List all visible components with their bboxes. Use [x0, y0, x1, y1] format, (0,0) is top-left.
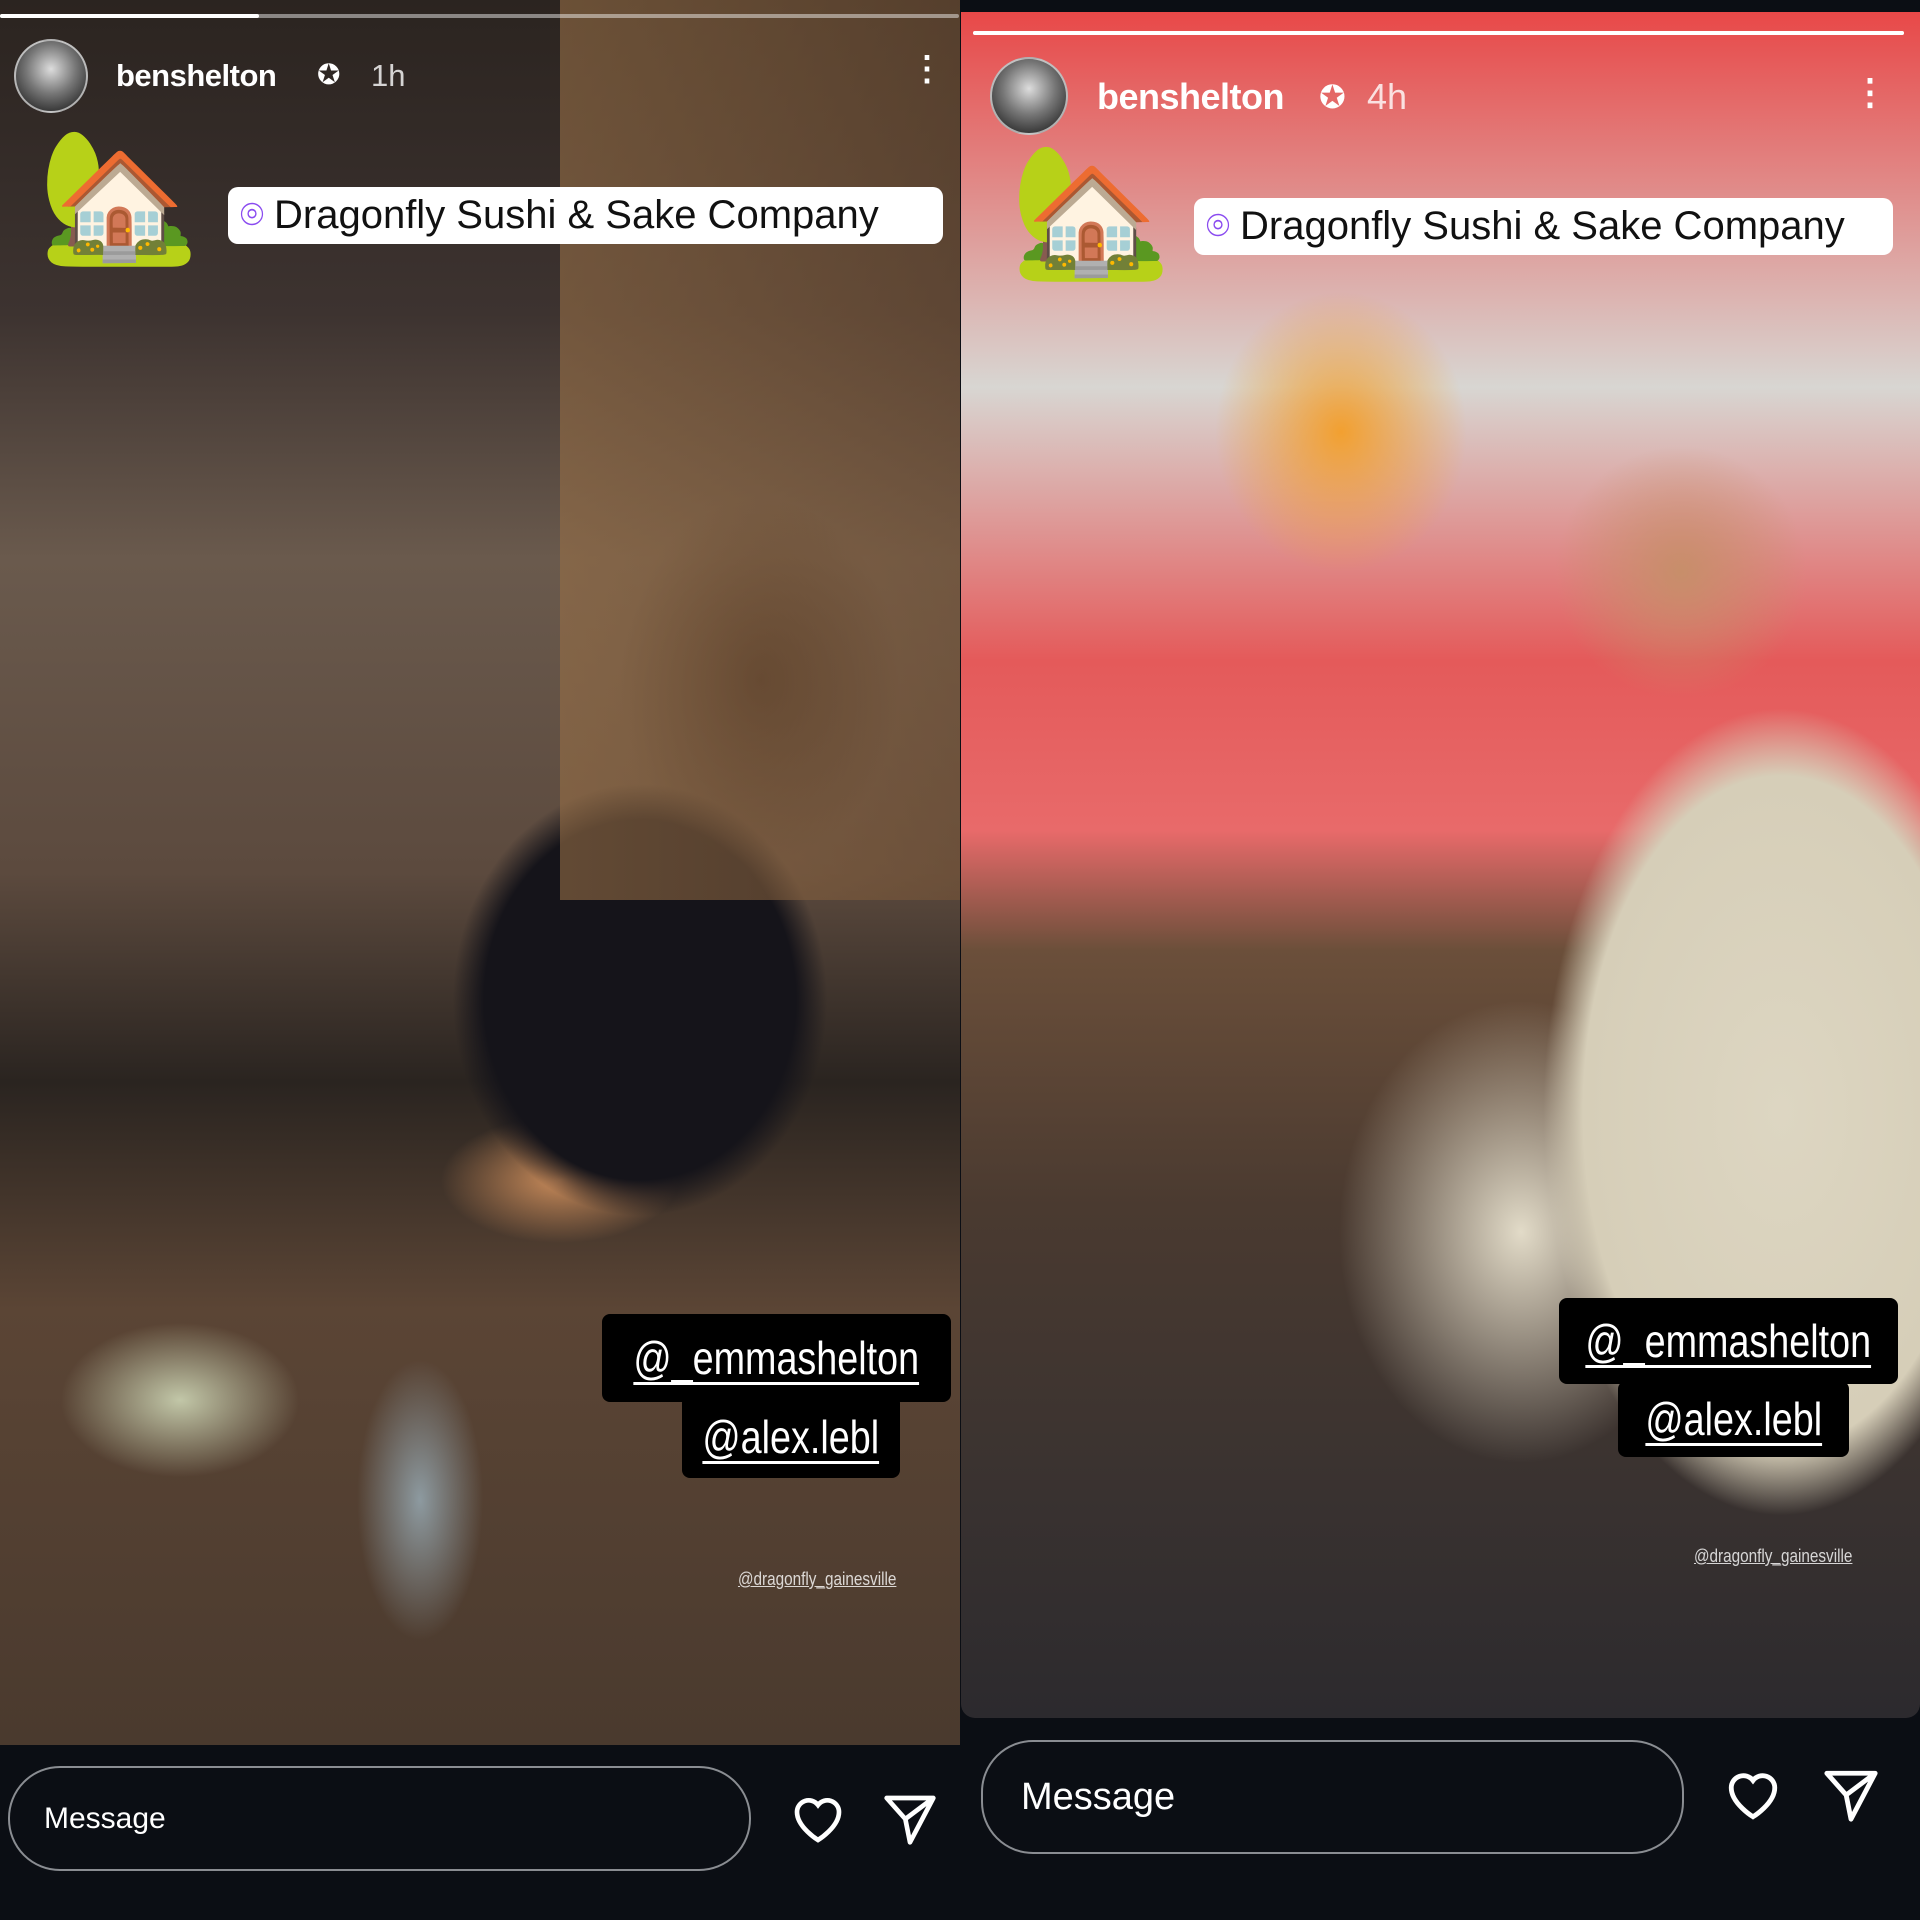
location-pin-icon: ⌾ [1206, 204, 1230, 248]
location-pin-icon: ⌾ [240, 193, 264, 237]
heart-icon[interactable] [790, 1793, 846, 1845]
story-progress-bar [973, 31, 1904, 35]
paper-plane-icon[interactable] [882, 1793, 938, 1845]
story-progress-fill [0, 14, 259, 18]
location-sticker[interactable]: ⌾ Dragonfly Sushi & Sake Company [1194, 198, 1893, 255]
location-sticker[interactable]: ⌾ Dragonfly Sushi & Sake Company [228, 187, 943, 244]
message-placeholder: Message [1021, 1775, 1176, 1818]
location-name: Dragonfly Sushi & Sake Company [274, 193, 879, 237]
watermark-mention[interactable]: @dragonfly_gainesville [738, 1569, 896, 1590]
watermark-mention[interactable]: @dragonfly_gainesville [1694, 1546, 1852, 1567]
username[interactable]: benshelton [1097, 76, 1285, 118]
heart-icon[interactable] [1724, 1768, 1782, 1822]
mention-text: @alex.lebl [1645, 1393, 1822, 1445]
avatar[interactable] [990, 57, 1068, 135]
house-with-garden-emoji: 🏡 [1010, 137, 1172, 283]
message-input[interactable]: Message [981, 1740, 1684, 1854]
avatar[interactable] [14, 39, 88, 113]
timestamp: 1h [371, 58, 406, 93]
message-input[interactable]: Message [8, 1766, 751, 1871]
username[interactable]: benshelton [116, 58, 277, 94]
story-progress-fill [973, 31, 1904, 35]
mention-text: @_emmashelton [1585, 1315, 1872, 1367]
house-with-garden-emoji: 🏡 [38, 122, 200, 268]
mention-tag[interactable]: @_emmashelton [602, 1314, 951, 1402]
more-vertical-icon[interactable]: ⋮ [910, 52, 944, 86]
mention-text: @alex.lebl [702, 1410, 880, 1463]
paper-plane-icon[interactable] [1822, 1768, 1880, 1822]
location-name: Dragonfly Sushi & Sake Company [1240, 204, 1845, 248]
verified-badge-icon: ✪ [1319, 79, 1346, 115]
mention-text: @_emmashelton [633, 1332, 920, 1384]
message-placeholder: Message [44, 1801, 166, 1835]
verified-badge-icon: ✪ [317, 59, 341, 90]
more-vertical-icon[interactable]: ⋮ [1852, 74, 1888, 110]
story-progress-bar [0, 14, 959, 18]
timestamp: 4h [1367, 76, 1408, 117]
mention-tag[interactable]: @alex.lebl [682, 1395, 900, 1478]
mention-tag[interactable]: @alex.lebl [1618, 1381, 1849, 1457]
mention-tag[interactable]: @_emmashelton [1559, 1298, 1898, 1384]
